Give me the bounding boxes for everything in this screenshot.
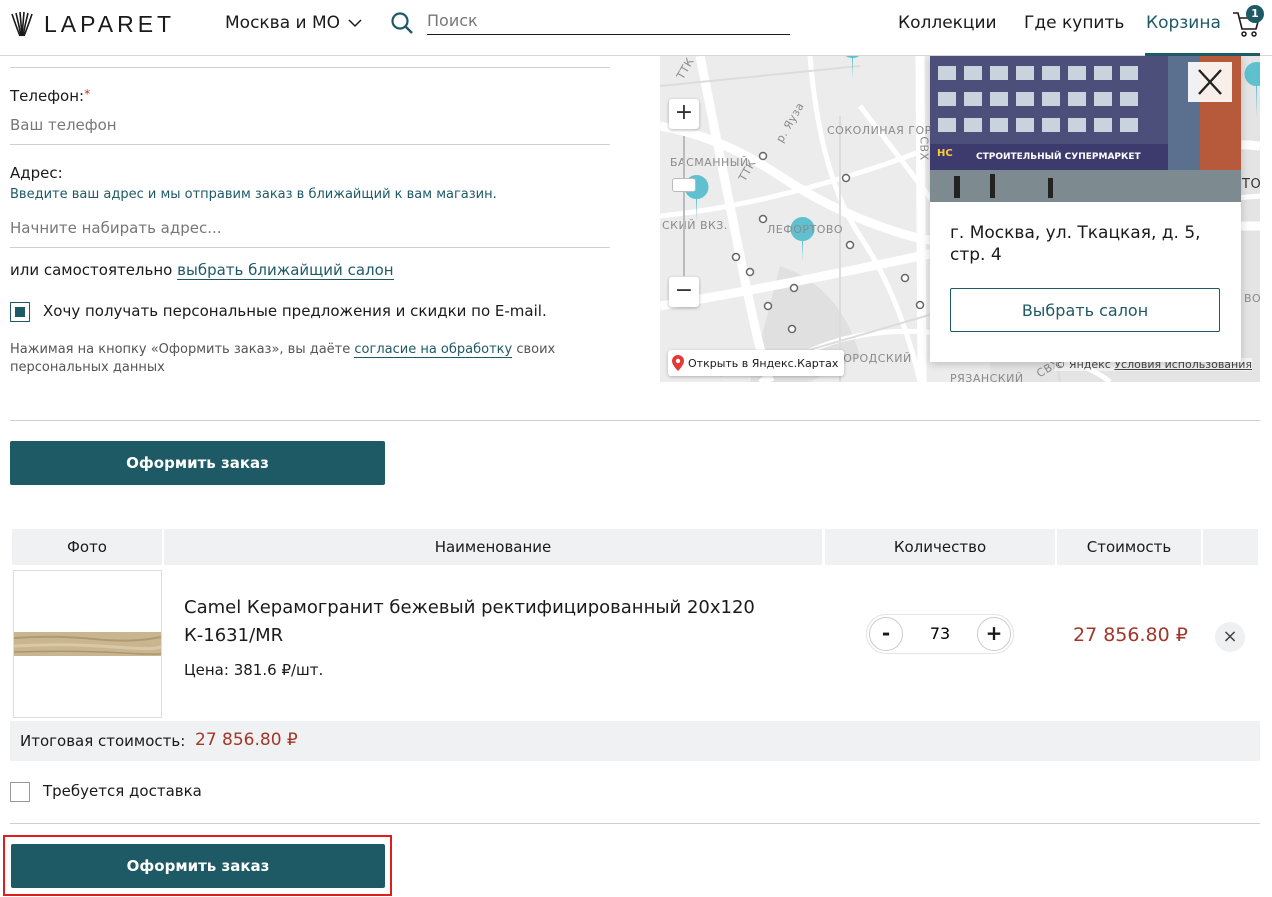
increase-quantity-button[interactable]: + [977,617,1011,651]
salon-popup: НС СТРОИТЕЛЬНЫЙ СУПЕРМАРКЕТ г. Москва, у… [930,56,1241,362]
city-selector[interactable]: Москва и МО [225,13,362,33]
chevron-down-icon [348,19,362,28]
total-row: Итоговая стоимость: 27 856.80 ₽ [10,721,1260,761]
delivery-label: Требуется доставка [43,782,202,800]
address-underline [10,247,610,248]
map-label: ТОТ [1242,177,1260,192]
delivery-checkbox[interactable] [10,782,30,802]
decrease-quantity-button[interactable]: - [869,617,903,651]
map-label: СОКОЛИНАЯ ГОРА [827,124,940,137]
consent-link[interactable]: согласие на обработку [354,342,513,358]
select-salon-button[interactable]: Выбрать салон [950,288,1220,332]
nav-cart[interactable]: Корзина [1146,13,1221,33]
map-label: СКИЙ ВКЗ. [662,219,728,232]
map-pin-icon [672,355,684,371]
map-label: СВХ [917,136,931,161]
logo-text: LAPARET [44,10,176,37]
site-header: LAPARET Москва и МО Коллекции Где купить… [0,0,1272,56]
photo-sign: СТРОИТЕЛЬНЫЙ СУПЕРМАРКЕТ [976,152,1141,162]
item-cost: 27 856.80 ₽ [1073,624,1188,646]
divider [10,420,1260,421]
open-in-yandex-maps-button[interactable]: Открыть в Яндекс.Картах [668,350,845,376]
close-icon [1198,69,1222,95]
column-header-name: Наименование [164,529,822,565]
phone-underline [10,144,610,145]
close-popup-button[interactable] [1188,62,1232,102]
active-tab-indicator [1145,53,1260,56]
total-value: 27 856.80 ₽ [195,730,298,750]
city-label: Москва и МО [225,13,341,33]
quantity-stepper: - + [866,614,1014,654]
search-input[interactable] [427,6,790,35]
tile-image [14,632,161,656]
remove-item-button[interactable]: × [1215,622,1245,652]
zoom-out-button[interactable]: − [669,277,699,307]
select-salon-prefix: или самостоятельно [10,261,173,279]
email-optin-label: Хочу получать персональные предложения и… [43,302,547,320]
quantity-input[interactable] [907,615,973,653]
divider [10,823,1260,824]
open-in-yandex-label: Открыть в Яндекс.Картах [688,356,839,370]
consent-text: Нажимая на кнопку «Оформить заказ», вы д… [10,342,556,375]
product-name[interactable]: Camel Керамогранит бежевый ректифицирова… [184,594,804,650]
map-label: БАСМАННЫЙ [670,156,749,169]
salon-address: г. Москва, ул. Ткацкая, д. 5, стр. 4 [950,223,1201,265]
select-salon-link[interactable]: выбрать ближайщий салон [177,261,394,280]
logo-icon [11,11,33,37]
address-label: Адрес: [10,164,63,182]
total-label: Итоговая стоимость: [20,732,186,750]
zoom-slider-handle[interactable] [672,178,696,192]
column-header-cost: Стоимость [1057,529,1201,565]
email-optin-checkbox[interactable] [10,302,30,322]
photo-sign-left: НС [937,148,953,159]
divider [10,67,610,68]
phone-field[interactable] [10,113,610,137]
product-price: Цена: 381.6 ₽/шт. [184,661,324,679]
zoom-in-button[interactable]: + [669,99,699,129]
column-header-quantity: Количество [825,529,1055,565]
submit-order-button-top[interactable]: Оформить заказ [10,441,385,485]
address-hint: Введите ваш адрес и мы отправим заказ в … [10,187,497,202]
cart-count-badge: 1 [1246,5,1264,23]
map-label: ВОКО [1244,292,1260,305]
highlight-box [3,835,392,896]
logo[interactable]: LAPARET [8,10,175,38]
search-icon[interactable] [390,11,414,35]
column-header-actions [1203,529,1258,565]
address-field[interactable] [10,216,610,240]
map-label: ЛЕФОРТОВО [767,223,844,236]
nav-where-to-buy[interactable]: Где купить [1024,13,1124,33]
map-label: РЯЗАНСКИЙ [950,372,1024,382]
product-photo[interactable] [13,570,162,718]
zoom-slider-track[interactable] [683,136,685,276]
select-salon-line: или самостоятельно выбрать ближайщий сал… [10,261,394,280]
nav-collections[interactable]: Коллекции [898,13,997,33]
map-label: ГОРОДСКИЙ [836,352,912,365]
column-header-photo: Фото [12,529,162,565]
phone-label: Телефон:* [10,87,91,105]
